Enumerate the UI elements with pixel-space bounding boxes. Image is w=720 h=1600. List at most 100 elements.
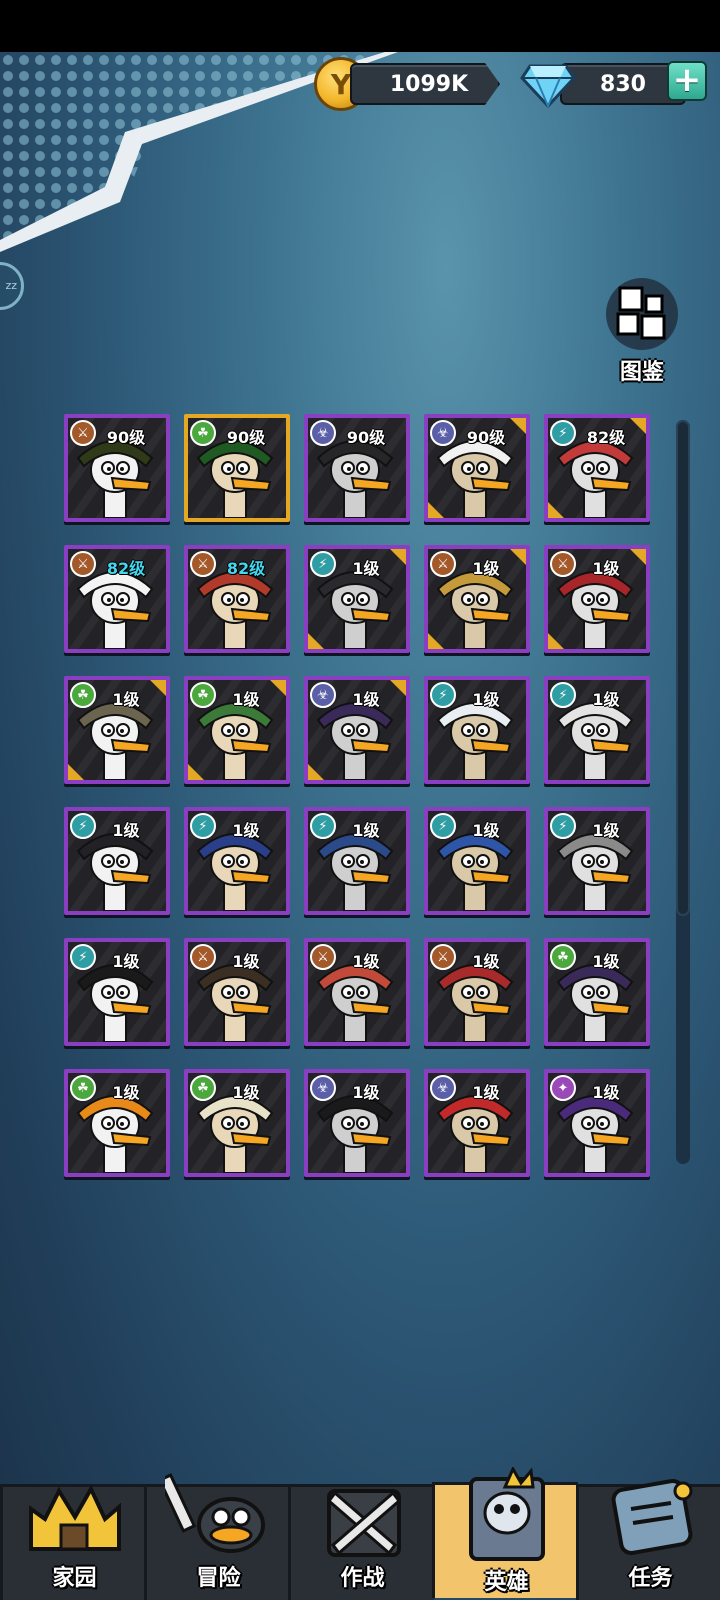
status-bar <box>0 0 720 52</box>
hero-card[interactable]: ⚡ 1级 <box>64 938 170 1046</box>
warrior-class-icon: ⚔ <box>550 551 576 577</box>
diamond-icon <box>520 64 576 109</box>
hero-level: 1级 <box>112 690 140 709</box>
hero-card[interactable]: ⚔ 1级 <box>304 938 410 1046</box>
hero-card[interactable]: ⚔ 82级 <box>184 545 290 653</box>
hero-level: 82级 <box>226 559 266 578</box>
nature-class-icon: ☘ <box>190 420 216 446</box>
tech-class-icon: ⚡ <box>70 813 96 839</box>
nav-label: 任务 <box>628 1566 673 1591</box>
tech-class-icon: ⚡ <box>550 420 576 446</box>
codex-button[interactable]: 图鉴 <box>592 274 692 394</box>
hero-card[interactable]: ⚡ 82级 <box>544 414 650 522</box>
hero-card[interactable]: ☘ 90级 <box>184 414 290 522</box>
bottom-nav: 家园 冒险 作战 英雄 任务 <box>0 1467 720 1600</box>
hero-card[interactable]: ⚡ 1级 <box>544 676 650 784</box>
hero-card[interactable]: ⚡ 1级 <box>304 807 410 915</box>
hero-card[interactable]: ⚔ 1级 <box>184 938 290 1046</box>
crossed-swords-icon <box>326 1489 402 1557</box>
nav-tab-4[interactable]: 任务 <box>576 1478 720 1600</box>
toxic-class-icon: ☣ <box>430 420 456 446</box>
hero-card[interactable]: ☣ 90级 <box>424 414 530 522</box>
sword-duck-icon <box>165 1473 265 1553</box>
warrior-class-icon: ⚔ <box>70 551 96 577</box>
toxic-class-icon: ☣ <box>310 1075 336 1101</box>
hero-card[interactable]: ⚡ 1级 <box>304 545 410 653</box>
arcane-class-icon: ✦ <box>550 1075 576 1101</box>
hero-level: 1级 <box>592 952 620 971</box>
coin-counter: 1099K <box>350 63 500 105</box>
hero-level: 1级 <box>232 821 260 840</box>
hero-card[interactable]: ☘ 1级 <box>184 676 290 784</box>
castle-icon <box>29 1484 121 1551</box>
hero-card[interactable]: ⚔ 1级 <box>424 938 530 1046</box>
hero-level: 1级 <box>352 952 380 971</box>
nav-tab-2[interactable]: 作战 <box>288 1484 434 1600</box>
hero-card[interactable]: ⚔ 90级 <box>64 414 170 522</box>
hero-card[interactable]: ⚡ 1级 <box>64 807 170 915</box>
hero-level: 1级 <box>592 559 620 578</box>
hero-card[interactable]: ⚔ 82级 <box>64 545 170 653</box>
tech-class-icon: ⚡ <box>310 813 336 839</box>
hero-level: 1级 <box>232 1083 260 1102</box>
scrollbar-thumb[interactable] <box>676 420 690 916</box>
hero-level: 1级 <box>472 690 500 709</box>
hero-level: 90级 <box>106 428 146 447</box>
tech-class-icon: ⚡ <box>190 813 216 839</box>
nav-label: 家园 <box>52 1566 97 1591</box>
hero-level: 90级 <box>226 428 266 447</box>
hero-card[interactable]: ☘ 1级 <box>544 938 650 1046</box>
hero-level: 82级 <box>106 559 146 578</box>
nav-tab-1[interactable]: 冒险 <box>144 1473 290 1600</box>
hero-card[interactable]: ✦ 1级 <box>544 1069 650 1177</box>
hero-level: 1级 <box>472 559 500 578</box>
hero-level: 90级 <box>346 428 386 447</box>
nav-label: 冒险 <box>196 1566 241 1591</box>
hero-level: 1级 <box>592 1083 620 1102</box>
codex-label: 图鉴 <box>619 360 664 385</box>
hero-card[interactable]: ☘ 1级 <box>184 1069 290 1177</box>
hero-grid: ⚔ 90级 ☘ 90级 ☣ 90级 ☣ 90级 ⚡ 82级 ⚔ 82级 ⚔ 82… <box>64 414 654 1177</box>
hero-level: 1级 <box>352 690 380 709</box>
hero-level: 1级 <box>472 821 500 840</box>
hero-level: 1级 <box>592 821 620 840</box>
nav-tab-3[interactable]: 英雄 <box>432 1467 578 1598</box>
toxic-class-icon: ☣ <box>430 1075 456 1101</box>
add-gems-button[interactable]: + <box>667 61 707 101</box>
side-menu-button[interactable]: zz <box>0 262 24 310</box>
hero-card[interactable]: ⚡ 1级 <box>184 807 290 915</box>
hero-level: 1级 <box>112 1083 140 1102</box>
hero-card[interactable]: ☣ 1级 <box>304 676 410 784</box>
warrior-class-icon: ⚔ <box>70 420 96 446</box>
nav-label: 英雄 <box>484 1570 529 1595</box>
nature-class-icon: ☘ <box>190 1075 216 1101</box>
nature-class-icon: ☘ <box>190 682 216 708</box>
tech-class-icon: ⚡ <box>310 551 336 577</box>
hero-card[interactable]: ⚔ 1级 <box>544 545 650 653</box>
hero-level: 1级 <box>112 821 140 840</box>
hero-card[interactable]: ⚡ 1级 <box>424 676 530 784</box>
hero-level: 1级 <box>472 952 500 971</box>
hero-level: 1级 <box>592 690 620 709</box>
warrior-class-icon: ⚔ <box>310 944 336 970</box>
hero-card[interactable]: ⚔ 1级 <box>424 545 530 653</box>
scrollbar[interactable] <box>676 420 690 1164</box>
hero-card[interactable]: ☘ 1级 <box>64 1069 170 1177</box>
toxic-class-icon: ☣ <box>310 682 336 708</box>
hero-card[interactable]: ☘ 1级 <box>64 676 170 784</box>
toxic-class-icon: ☣ <box>310 420 336 446</box>
hero-level: 1级 <box>112 952 140 971</box>
nature-class-icon: ☘ <box>70 682 96 708</box>
nav-tab-0[interactable]: 家园 <box>0 1484 146 1600</box>
hero-card[interactable]: ☣ 90级 <box>304 414 410 522</box>
hero-card[interactable]: ☣ 1级 <box>424 1069 530 1177</box>
hero-card[interactable]: ☣ 1级 <box>304 1069 410 1177</box>
hero-card[interactable]: ⚡ 1级 <box>544 807 650 915</box>
hero-card[interactable]: ⚡ 1级 <box>424 807 530 915</box>
warrior-class-icon: ⚔ <box>190 944 216 970</box>
hero-level: 1级 <box>352 821 380 840</box>
tech-class-icon: ⚡ <box>430 682 456 708</box>
warrior-class-icon: ⚔ <box>430 944 456 970</box>
scroll-icon <box>611 1478 693 1556</box>
warrior-class-icon: ⚔ <box>190 551 216 577</box>
